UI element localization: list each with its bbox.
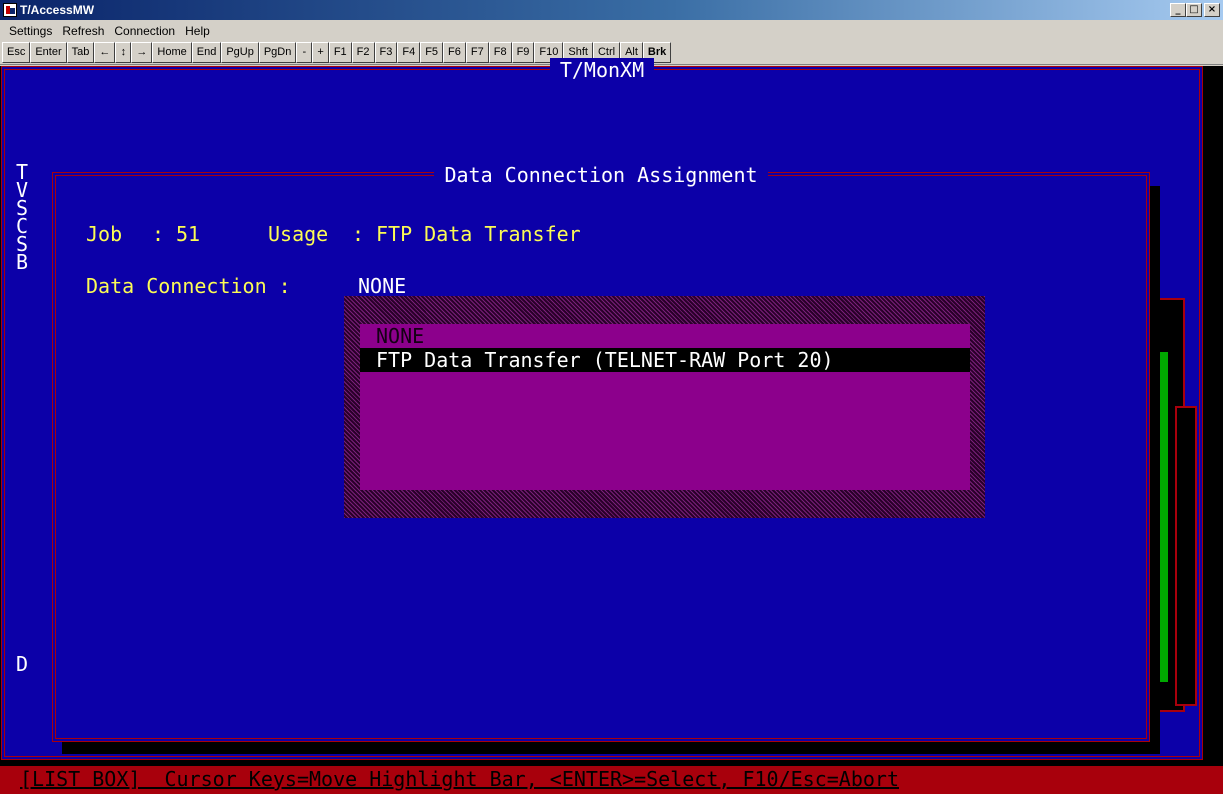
status-line: [LIST BOX] Cursor Keys=Move Highlight Ba… bbox=[0, 766, 1223, 794]
screen-title: T/MonXM bbox=[5, 58, 1199, 82]
background-panel bbox=[1175, 406, 1197, 706]
job-value: 51 bbox=[176, 222, 201, 246]
menu-connection[interactable]: Connection bbox=[109, 24, 180, 38]
data-connection-listbox[interactable]: NONE FTP Data Transfer (TELNET-RAW Port … bbox=[360, 324, 970, 490]
usage-separator: : bbox=[352, 222, 365, 246]
data-connection-label: Data Connection : bbox=[86, 274, 291, 298]
close-button[interactable]: × bbox=[1204, 3, 1220, 17]
usage-value: FTP Data Transfer bbox=[376, 222, 581, 246]
menu-settings[interactable]: Settings bbox=[4, 24, 57, 38]
list-item[interactable]: NONE bbox=[360, 324, 970, 348]
list-item-selected[interactable]: FTP Data Transfer (TELNET-RAW Port 20) bbox=[360, 348, 970, 372]
menu-refresh[interactable]: Refresh bbox=[57, 24, 109, 38]
background-text: D bbox=[16, 652, 29, 676]
app-icon[interactable] bbox=[3, 3, 17, 17]
title-bar[interactable]: T/AccessMW _ □ × bbox=[0, 0, 1223, 20]
background-text: B bbox=[16, 250, 29, 274]
job-label: Job bbox=[86, 222, 123, 246]
job-separator: : bbox=[152, 222, 165, 246]
dialog-title: Data Connection Assignment bbox=[56, 163, 1146, 187]
maximize-button[interactable]: □ bbox=[1186, 3, 1202, 17]
minimize-button[interactable]: _ bbox=[1170, 3, 1186, 17]
menu-help[interactable]: Help bbox=[180, 24, 215, 38]
menu-bar: Settings Refresh Connection Help bbox=[0, 20, 1223, 41]
window-title: T/AccessMW bbox=[20, 3, 95, 17]
terminal-screen[interactable]: T/MonXM T V S C S B D Data Connection As… bbox=[0, 58, 1223, 794]
usage-label: Usage bbox=[268, 222, 329, 246]
data-connection-field[interactable]: NONE bbox=[358, 274, 406, 298]
